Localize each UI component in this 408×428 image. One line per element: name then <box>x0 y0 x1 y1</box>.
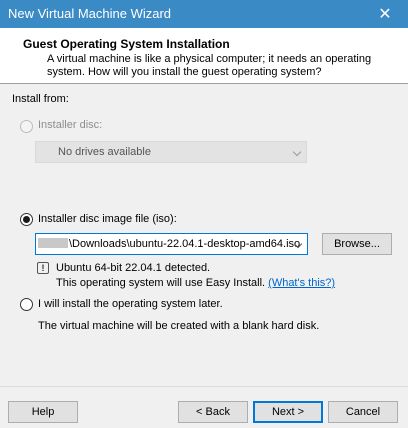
close-icon[interactable]: ✕ <box>362 0 408 28</box>
install-from-label: Install from: <box>12 93 69 105</box>
next-button[interactable]: Next > <box>253 401 323 423</box>
installer-disc-value: No drives available <box>58 146 151 158</box>
title-bar: New Virtual Machine Wizard ✕ <box>0 0 408 28</box>
installer-disc-radio[interactable] <box>20 120 33 133</box>
installer-disc-select[interactable]: No drives available <box>35 141 307 163</box>
cancel-button[interactable]: Cancel <box>328 401 398 423</box>
help-button[interactable]: Help <box>8 401 78 423</box>
info-icon: ! <box>37 262 49 274</box>
page-description: A virtual machine is like a physical com… <box>47 53 372 78</box>
install-later-label: I will install the operating system late… <box>38 298 223 310</box>
back-button[interactable]: < Back <box>178 401 248 423</box>
installer-disc-label: Installer disc: <box>38 119 103 131</box>
detected-os-text: Ubuntu 64-bit 22.04.1 detected. <box>56 262 211 274</box>
install-later-radio[interactable] <box>20 298 33 311</box>
redacted-path-segment <box>38 238 68 248</box>
easy-install-text: This operating system will use Easy Inst… <box>56 277 266 289</box>
iso-label: Installer disc image file (iso): <box>38 213 177 225</box>
window-title: New Virtual Machine Wizard <box>8 6 172 21</box>
footer-divider <box>0 386 408 387</box>
iso-radio[interactable] <box>20 213 33 226</box>
page-title: Guest Operating System Installation <box>23 37 230 51</box>
blank-disk-text: The virtual machine will be created with… <box>38 320 320 332</box>
iso-path-combo[interactable]: \Downloads\ubuntu-22.04.1-desktop-amd64.… <box>35 233 308 255</box>
whats-this-link[interactable]: (What's this?) <box>268 277 335 289</box>
chevron-down-icon <box>292 147 302 157</box>
iso-path-value: \Downloads\ubuntu-22.04.1-desktop-amd64.… <box>69 238 301 250</box>
browse-button[interactable]: Browse... <box>322 233 392 255</box>
wizard-header: Guest Operating System Installation A vi… <box>0 28 408 84</box>
